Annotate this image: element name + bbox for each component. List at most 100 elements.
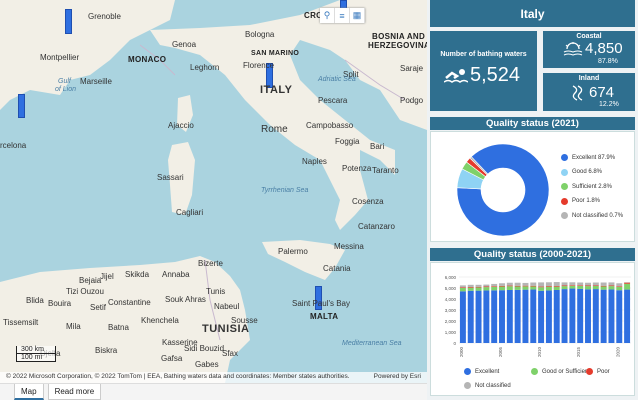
bar-segment-excellent[interactable] bbox=[491, 290, 498, 343]
bar-segment-poor[interactable] bbox=[514, 285, 521, 287]
bar-segment-excellent[interactable] bbox=[553, 289, 560, 343]
map-view[interactable]: Grenoble CROATIA BOSNIA AND HERZEGOVINA … bbox=[0, 0, 427, 383]
bar-segment-poor[interactable] bbox=[459, 287, 466, 288]
bar-segment-excellent[interactable] bbox=[459, 291, 466, 343]
bar-segment-excellent[interactable] bbox=[600, 289, 607, 343]
bar-legend-item[interactable]: Excellent bbox=[464, 368, 499, 375]
map-marker-bar[interactable] bbox=[65, 9, 72, 34]
bar-segment-poor[interactable] bbox=[475, 286, 482, 288]
bar-segment-not-classified[interactable] bbox=[600, 282, 607, 286]
bar-segment-good-or-sufficient[interactable] bbox=[475, 287, 482, 291]
bar-segment-excellent[interactable] bbox=[467, 290, 474, 343]
bar-segment-excellent[interactable] bbox=[592, 289, 599, 343]
bar-segment-poor[interactable] bbox=[569, 285, 576, 286]
bar-segment-not-classified[interactable] bbox=[475, 284, 482, 287]
bar-segment-good-or-sufficient[interactable] bbox=[592, 286, 599, 290]
tab-map[interactable]: Map bbox=[14, 384, 44, 400]
powered-by-text[interactable]: Powered by Esri bbox=[374, 373, 421, 382]
bar-segment-not-classified[interactable] bbox=[545, 282, 552, 287]
bar-segment-poor[interactable] bbox=[491, 286, 498, 287]
bar-segment-excellent[interactable] bbox=[483, 290, 490, 343]
bar-segment-excellent[interactable] bbox=[499, 290, 505, 343]
bar-segment-not-classified[interactable] bbox=[569, 282, 576, 286]
bar-segment-excellent[interactable] bbox=[475, 290, 482, 343]
bar-segment-excellent[interactable] bbox=[616, 290, 623, 343]
bar-segment-excellent[interactable] bbox=[506, 289, 513, 343]
bar-segment-good-or-sufficient[interactable] bbox=[577, 285, 584, 289]
bar-segment-poor[interactable] bbox=[577, 285, 584, 286]
bar-segment-poor[interactable] bbox=[624, 282, 631, 284]
bar-segment-poor[interactable] bbox=[600, 285, 607, 287]
bar-segment-poor[interactable] bbox=[483, 286, 490, 288]
bar-segment-not-classified[interactable] bbox=[499, 283, 505, 286]
bar-segment-not-classified[interactable] bbox=[506, 282, 513, 286]
bar-segment-not-classified[interactable] bbox=[459, 285, 466, 288]
bar-segment-poor[interactable] bbox=[585, 285, 591, 287]
bar-segment-not-classified[interactable] bbox=[483, 284, 490, 287]
bar-segment-good-or-sufficient[interactable] bbox=[483, 287, 490, 291]
bar-segment-poor[interactable] bbox=[608, 285, 615, 287]
bar-segment-poor[interactable] bbox=[467, 287, 474, 288]
bar-segment-poor[interactable] bbox=[592, 285, 599, 287]
bar-segment-not-classified[interactable] bbox=[514, 282, 521, 286]
bar-segment-good-or-sufficient[interactable] bbox=[499, 286, 505, 291]
bar-segment-poor[interactable] bbox=[553, 286, 560, 287]
map-marker-bar[interactable] bbox=[18, 94, 25, 118]
bar-segment-good-or-sufficient[interactable] bbox=[459, 288, 466, 292]
bar-segment-excellent[interactable] bbox=[538, 290, 545, 343]
bar-segment-good-or-sufficient[interactable] bbox=[506, 286, 513, 290]
bar-segment-poor[interactable] bbox=[522, 285, 529, 287]
bar-segment-excellent[interactable] bbox=[561, 289, 568, 343]
bar-segment-excellent[interactable] bbox=[608, 289, 615, 343]
bar-segment-not-classified[interactable] bbox=[491, 283, 498, 287]
bar-segment-good-or-sufficient[interactable] bbox=[585, 286, 591, 290]
bar-segment-excellent[interactable] bbox=[514, 289, 521, 343]
bar-segment-good-or-sufficient[interactable] bbox=[624, 283, 631, 290]
bar-segment-excellent[interactable] bbox=[545, 290, 552, 343]
bar-segment-not-classified[interactable] bbox=[616, 283, 623, 287]
bar-segment-not-classified[interactable] bbox=[467, 284, 474, 288]
tab-read-more[interactable]: Read more bbox=[47, 384, 102, 400]
bar-segment-not-classified[interactable] bbox=[585, 282, 591, 286]
bar-legend-item[interactable]: Good or Sufficient bbox=[531, 368, 590, 375]
bar-segment-excellent[interactable] bbox=[569, 288, 576, 343]
bar-segment-good-or-sufficient[interactable] bbox=[569, 285, 576, 289]
bar-segment-poor[interactable] bbox=[538, 286, 545, 288]
basemap-gallery-icon[interactable]: ▦ bbox=[350, 8, 365, 23]
bar-segment-poor[interactable] bbox=[499, 285, 505, 287]
bar-segment-good-or-sufficient[interactable] bbox=[467, 287, 474, 291]
bar-segment-good-or-sufficient[interactable] bbox=[600, 286, 607, 290]
bar-segment-excellent[interactable] bbox=[624, 289, 631, 343]
bar-segment-good-or-sufficient[interactable] bbox=[545, 286, 552, 291]
bar-segment-not-classified[interactable] bbox=[592, 282, 599, 286]
bar-segment-not-classified[interactable] bbox=[522, 282, 529, 286]
pie-legend-item[interactable]: Sufficient 2.8% bbox=[561, 183, 612, 190]
bar-segment-poor[interactable] bbox=[506, 285, 513, 287]
bar-segment-excellent[interactable] bbox=[577, 288, 584, 343]
bar-segment-good-or-sufficient[interactable] bbox=[522, 286, 529, 290]
bar-segment-good-or-sufficient[interactable] bbox=[561, 286, 568, 290]
bar-segment-not-classified[interactable] bbox=[530, 282, 537, 286]
bar-segment-good-or-sufficient[interactable] bbox=[491, 286, 498, 291]
bar-segment-poor[interactable] bbox=[545, 286, 552, 287]
bar-segment-good-or-sufficient[interactable] bbox=[538, 287, 545, 291]
bar-segment-good-or-sufficient[interactable] bbox=[616, 286, 623, 291]
bar-segment-good-or-sufficient[interactable] bbox=[530, 286, 537, 290]
bar-segment-good-or-sufficient[interactable] bbox=[553, 286, 560, 290]
bar-legend-item[interactable]: Poor bbox=[586, 368, 610, 375]
bar-segment-poor[interactable] bbox=[530, 285, 537, 287]
pie-legend-item[interactable]: Good 6.8% bbox=[561, 168, 602, 176]
bar-segment-excellent[interactable] bbox=[530, 289, 537, 343]
search-icon[interactable]: ⚲ bbox=[320, 8, 335, 23]
bar-segment-not-classified[interactable] bbox=[608, 282, 615, 286]
legend-icon[interactable]: ≡ bbox=[335, 8, 350, 23]
pie-legend-item[interactable]: Poor 1.8% bbox=[561, 197, 600, 205]
bar-segment-not-classified[interactable] bbox=[577, 282, 584, 286]
bar-segment-not-classified[interactable] bbox=[553, 282, 560, 287]
bar-segment-not-classified[interactable] bbox=[561, 282, 568, 286]
bar-segment-good-or-sufficient[interactable] bbox=[608, 286, 615, 290]
bar-segment-excellent[interactable] bbox=[585, 289, 591, 343]
bar-segment-not-classified[interactable] bbox=[538, 282, 545, 287]
bar-segment-poor[interactable] bbox=[561, 285, 568, 287]
bar-segment-poor[interactable] bbox=[616, 286, 623, 287]
